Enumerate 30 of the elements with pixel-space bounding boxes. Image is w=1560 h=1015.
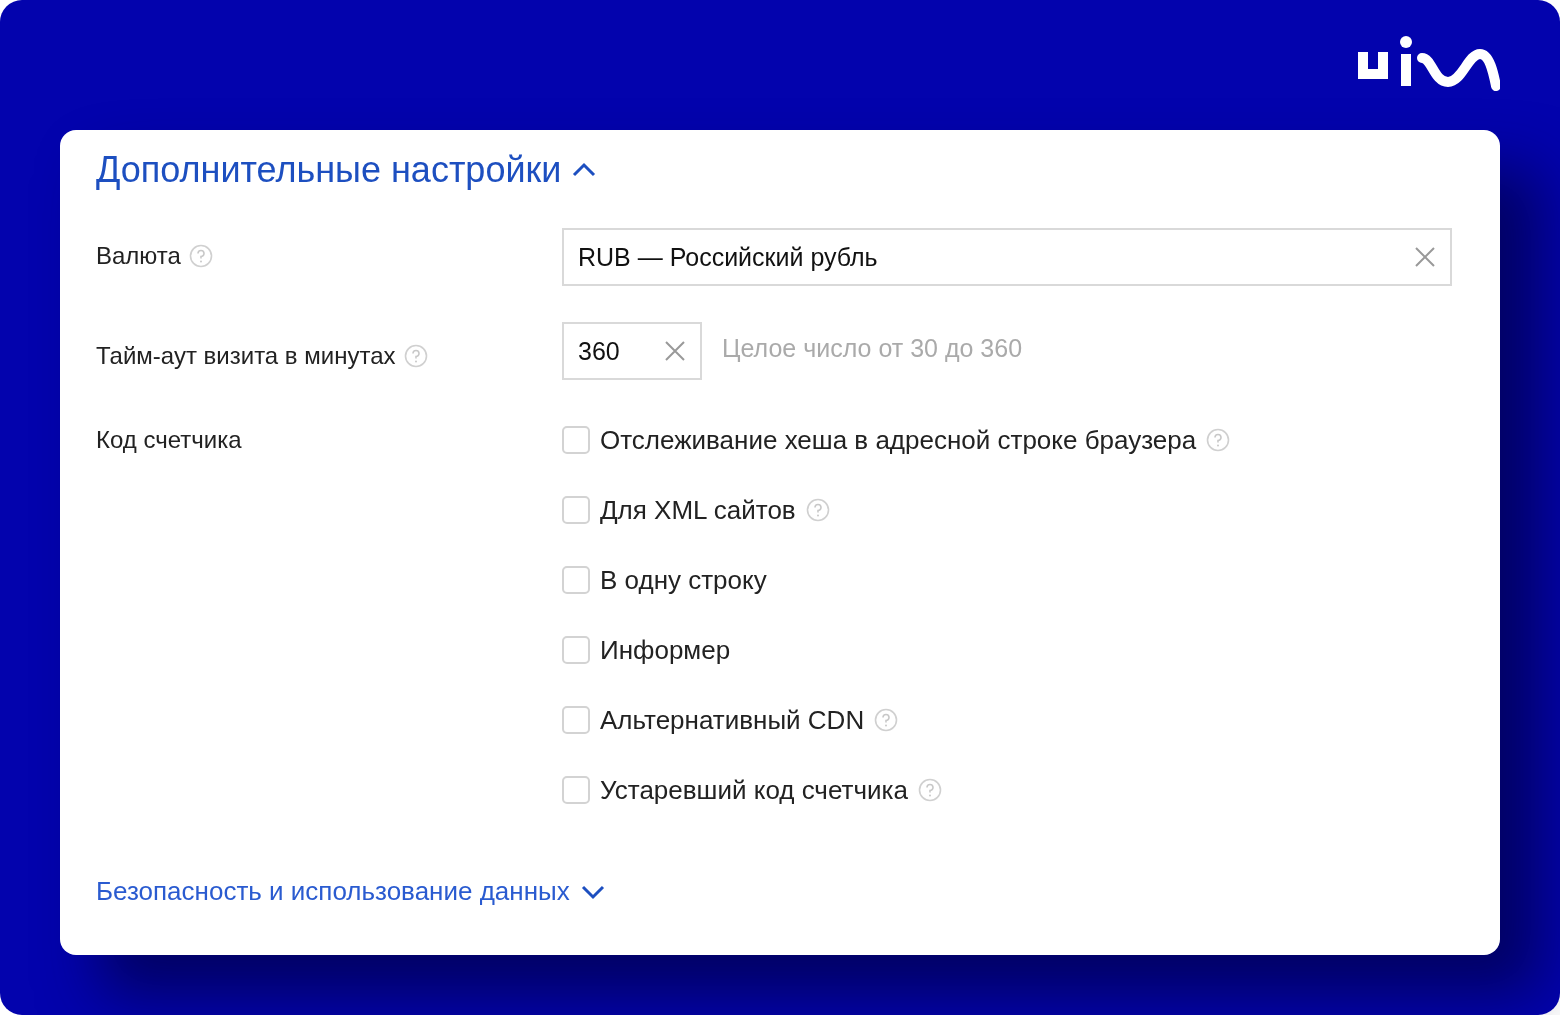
help-icon[interactable] xyxy=(874,708,899,732)
checkbox[interactable] xyxy=(562,636,590,664)
checkbox-label: В одну строку xyxy=(600,564,767,596)
timeout-input[interactable]: 360 xyxy=(562,322,702,380)
checkbox[interactable] xyxy=(562,496,590,524)
checkbox-label: Информер xyxy=(600,634,731,666)
help-icon[interactable] xyxy=(403,344,428,368)
caret-icon xyxy=(579,883,606,900)
checkbox[interactable] xyxy=(562,776,590,804)
field-label: Валюта xyxy=(96,242,181,270)
clear-icon[interactable] xyxy=(1414,246,1436,268)
field-label: Код счетчика xyxy=(96,426,242,454)
security-link[interactable]: Безопасность и использование данных xyxy=(96,876,606,907)
help-icon[interactable] xyxy=(1206,428,1231,452)
checkbox[interactable] xyxy=(562,706,590,734)
field-hint: Целое число от 30 до 360 xyxy=(722,334,1023,363)
help-icon[interactable] xyxy=(917,778,942,802)
checkbox-label: Отслеживание хеша в адресной строке браузера xyxy=(600,424,1197,456)
checkbox[interactable] xyxy=(562,566,590,594)
checkbox-label: Устаревший код счетчика xyxy=(600,774,908,806)
checkbox-label: Для XML сайтов xyxy=(600,494,796,526)
checkbox-label: Альтернативный CDN xyxy=(600,704,865,736)
section-toggle[interactable]: Дополнительные настройки xyxy=(96,146,598,194)
checkbox[interactable] xyxy=(562,426,590,454)
help-icon[interactable] xyxy=(188,244,213,268)
help-icon[interactable] xyxy=(805,498,830,522)
field-label: Тайм-аут визита в минутах xyxy=(96,342,396,370)
clear-icon[interactable] xyxy=(664,340,686,362)
caret-icon xyxy=(571,162,598,178)
currency-select[interactable]: RUB — Российский рубль xyxy=(562,228,1452,286)
